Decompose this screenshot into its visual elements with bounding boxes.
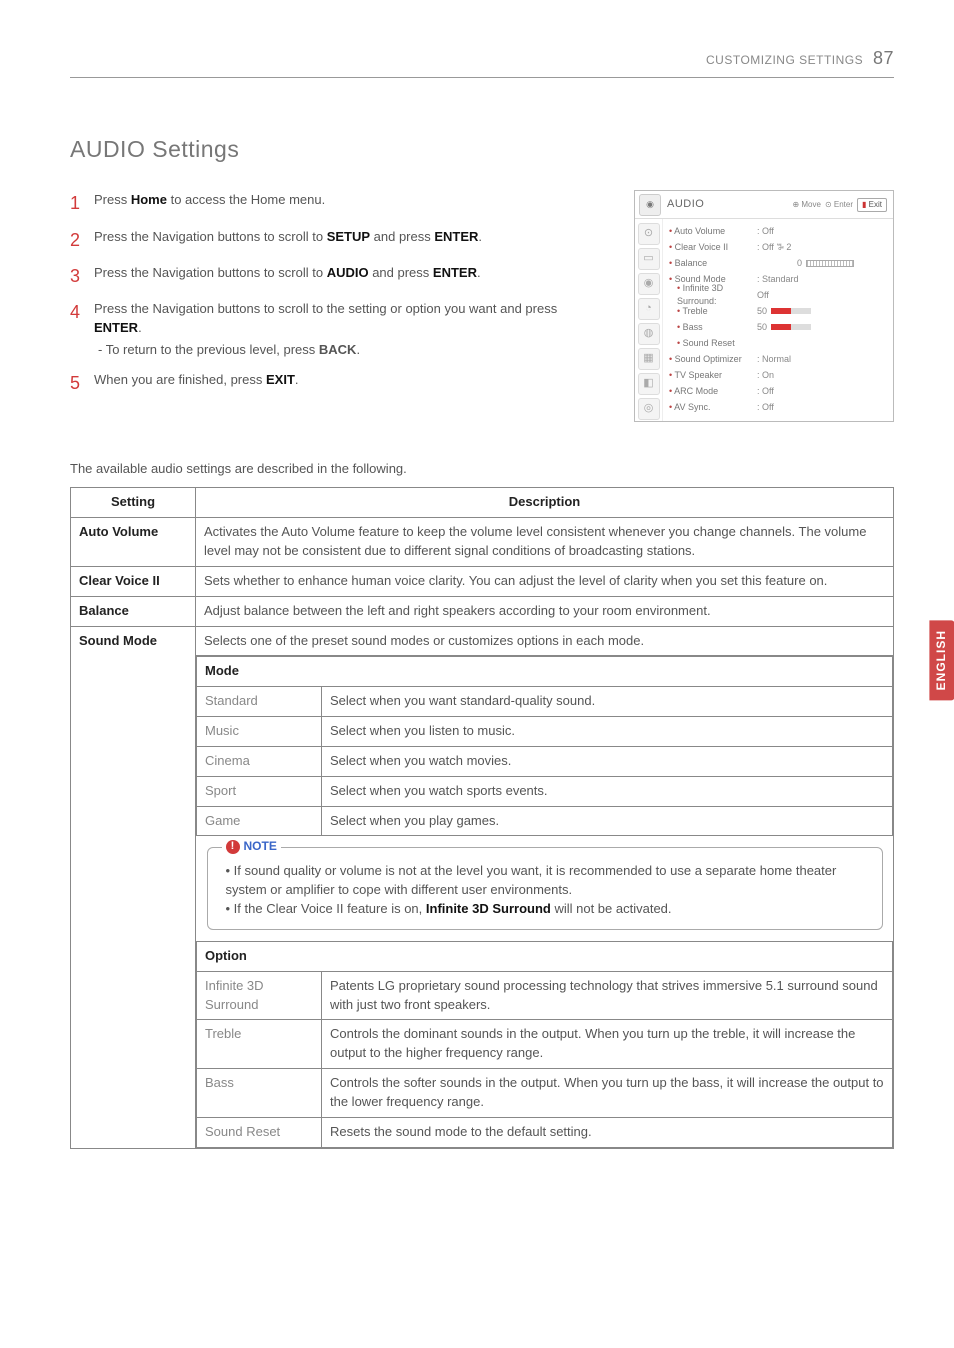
step-5: 5 When you are finished, press EXIT. xyxy=(70,370,580,396)
osd-row-av-sync[interactable]: AV Sync.: Off xyxy=(669,399,887,415)
step-4: 4 Press the Navigation buttons to scroll… xyxy=(70,299,580,338)
tab-icon[interactable]: ▦ xyxy=(638,348,660,370)
osd-row-bass[interactable]: Bass50 xyxy=(669,319,887,335)
table-row: Infinite 3D SurroundPatents LG proprieta… xyxy=(197,971,893,1020)
table-row: Clear Voice II Sets whether to enhance h… xyxy=(71,566,894,596)
osd-row-balance[interactable]: Balance0 xyxy=(669,255,887,271)
tab-icon[interactable]: ◉ xyxy=(638,273,660,295)
page-header: CUSTOMIZING SETTINGS 87 xyxy=(70,45,894,78)
tab-icon[interactable]: ◎ xyxy=(638,398,660,420)
table-row: CinemaSelect when you watch movies. xyxy=(197,746,893,776)
note-item: If sound quality or volume is not at the… xyxy=(226,862,868,900)
option-header: Option xyxy=(197,941,893,971)
alert-icon: ! xyxy=(226,840,240,854)
osd-panel: ◉ AUDIO ⊕ Move ⊙ Enter ▮ Exit ⊙ ▭ ◉ ◔ ◍ … xyxy=(634,190,894,422)
osd-row-sound-reset[interactable]: Sound Reset xyxy=(669,335,887,351)
table-row: TrebleControls the dominant sounds in th… xyxy=(197,1020,893,1069)
osd-row-sound-optimizer[interactable]: Sound Optimizer: Normal xyxy=(669,351,887,367)
note-label: ! NOTE xyxy=(222,838,281,855)
osd-rows: Auto Volume: Off Clear Voice II: Off ꕅ 2… xyxy=(663,219,893,421)
step-2: 2 Press the Navigation buttons to scroll… xyxy=(70,227,580,253)
balance-bar-icon xyxy=(806,260,854,267)
table-row: Balance Adjust balance between the left … xyxy=(71,596,894,626)
settings-table: Setting Description Auto Volume Activate… xyxy=(70,487,894,1148)
osd-row-treble[interactable]: Treble50 xyxy=(669,303,887,319)
table-row-sound-mode: Sound Mode Selects one of the preset sou… xyxy=(71,626,894,656)
mode-header: Mode xyxy=(197,657,893,687)
header-section: CUSTOMIZING SETTINGS xyxy=(706,53,863,67)
table-row: BassControls the softer sounds in the ou… xyxy=(197,1069,893,1118)
table-row: SportSelect when you watch sports events… xyxy=(197,776,893,806)
table-row: Sound ResetResets the sound mode to the … xyxy=(197,1117,893,1147)
table-intro: The available audio settings are describ… xyxy=(70,460,894,479)
osd-header: ◉ AUDIO ⊕ Move ⊙ Enter ▮ Exit xyxy=(635,191,893,219)
page-number: 87 xyxy=(873,48,894,68)
language-tab: ENGLISH xyxy=(929,620,954,700)
col-header-description: Description xyxy=(196,488,894,518)
speaker-icon: ◉ xyxy=(639,194,661,216)
osd-title: AUDIO xyxy=(667,197,792,213)
table-row: GameSelect when you play games. xyxy=(197,806,893,836)
osd-row-tv-speaker[interactable]: TV Speaker: On xyxy=(669,367,887,383)
note-box: ! NOTE If sound quality or volume is not… xyxy=(207,847,883,930)
slider-icon xyxy=(771,308,811,314)
table-row: Auto Volume Activates the Auto Volume fe… xyxy=(71,518,894,567)
osd-row-inf3d[interactable]: Infinite 3D Surround:Off xyxy=(669,287,887,303)
osd-tab-column: ⊙ ▭ ◉ ◔ ◍ ▦ ◧ ◎ xyxy=(635,219,663,421)
osd-row-auto-volume[interactable]: Auto Volume: Off xyxy=(669,223,887,239)
table-row: MusicSelect when you listen to music. xyxy=(197,717,893,747)
step-1: 1 Press Home to access the Home menu. xyxy=(70,190,580,216)
exit-button[interactable]: ▮ Exit xyxy=(857,198,887,212)
tab-icon[interactable]: ◍ xyxy=(638,323,660,345)
tab-icon[interactable]: ◧ xyxy=(638,373,660,395)
step-3: 3 Press the Navigation buttons to scroll… xyxy=(70,263,580,289)
hint-enter: ⊙ Enter xyxy=(825,199,853,211)
hint-move: ⊕ Move xyxy=(792,199,821,211)
step-4-sub: - To return to the previous level, press… xyxy=(98,341,580,360)
tab-icon[interactable]: ▭ xyxy=(638,248,660,270)
note-item: If the Clear Voice II feature is on, Inf… xyxy=(226,900,868,919)
tab-icon[interactable]: ⊙ xyxy=(638,223,660,245)
col-header-setting: Setting xyxy=(71,488,196,518)
page-title: AUDIO Settings xyxy=(70,133,894,166)
osd-row-arc-mode[interactable]: ARC Mode: Off xyxy=(669,383,887,399)
slider-icon xyxy=(771,324,811,330)
osd-row-clear-voice[interactable]: Clear Voice II: Off ꕅ 2 xyxy=(669,239,887,255)
tab-icon[interactable]: ◔ xyxy=(638,298,660,320)
table-row: StandardSelect when you want standard-qu… xyxy=(197,687,893,717)
steps-list: 1 Press Home to access the Home menu. 2 … xyxy=(70,190,580,396)
